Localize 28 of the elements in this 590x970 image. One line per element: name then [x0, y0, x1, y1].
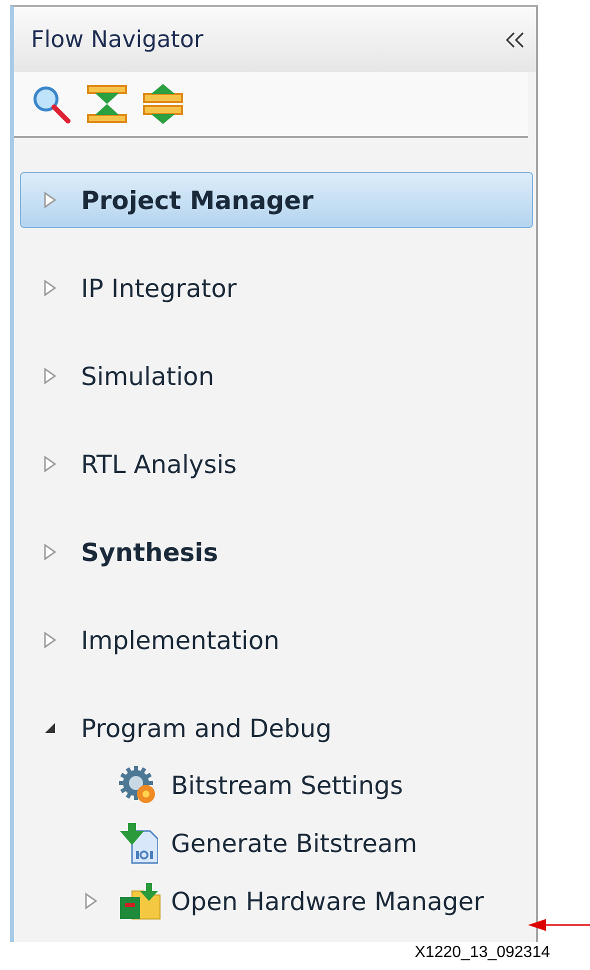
collapse-panel-icon[interactable]	[504, 30, 526, 48]
nav-item[interactable]: Synthesis	[20, 524, 533, 580]
figure-label: X1220_13_092314	[414, 944, 550, 962]
nav-item[interactable]: Program and Debug	[20, 700, 533, 756]
nav-item[interactable]: Implementation	[20, 612, 533, 668]
nav-item[interactable]: RTL Analysis	[20, 436, 533, 492]
hardware-folder-icon	[118, 881, 162, 921]
nav-item[interactable]: Generate Bitstream	[20, 814, 533, 872]
nav-item[interactable]: Project Manager	[20, 172, 533, 228]
expand-triangle-icon[interactable]	[43, 191, 57, 209]
expand-triangle-icon[interactable]	[43, 631, 57, 649]
gear-icon	[118, 765, 158, 805]
expand-triangle-icon[interactable]	[43, 455, 57, 473]
expand-triangle-icon[interactable]	[84, 892, 98, 910]
nav-item[interactable]: Open Hardware Manager	[20, 872, 533, 930]
collapse-triangle-icon[interactable]	[43, 721, 57, 735]
callout-arrow	[526, 917, 590, 933]
expand-triangle-icon[interactable]	[43, 543, 57, 561]
expand-all-icon[interactable]	[143, 84, 183, 124]
panel-title: Flow Navigator	[31, 26, 204, 52]
search-icon[interactable]	[31, 84, 71, 124]
nav-item[interactable]: IP Integrator	[20, 260, 533, 316]
download-file-icon	[118, 821, 158, 865]
expand-triangle-icon[interactable]	[43, 279, 57, 297]
collapse-all-icon[interactable]	[87, 84, 127, 124]
nav-item[interactable]: Bitstream Settings	[20, 756, 533, 814]
expand-triangle-icon[interactable]	[43, 367, 57, 385]
nav-item[interactable]: Simulation	[20, 348, 533, 404]
